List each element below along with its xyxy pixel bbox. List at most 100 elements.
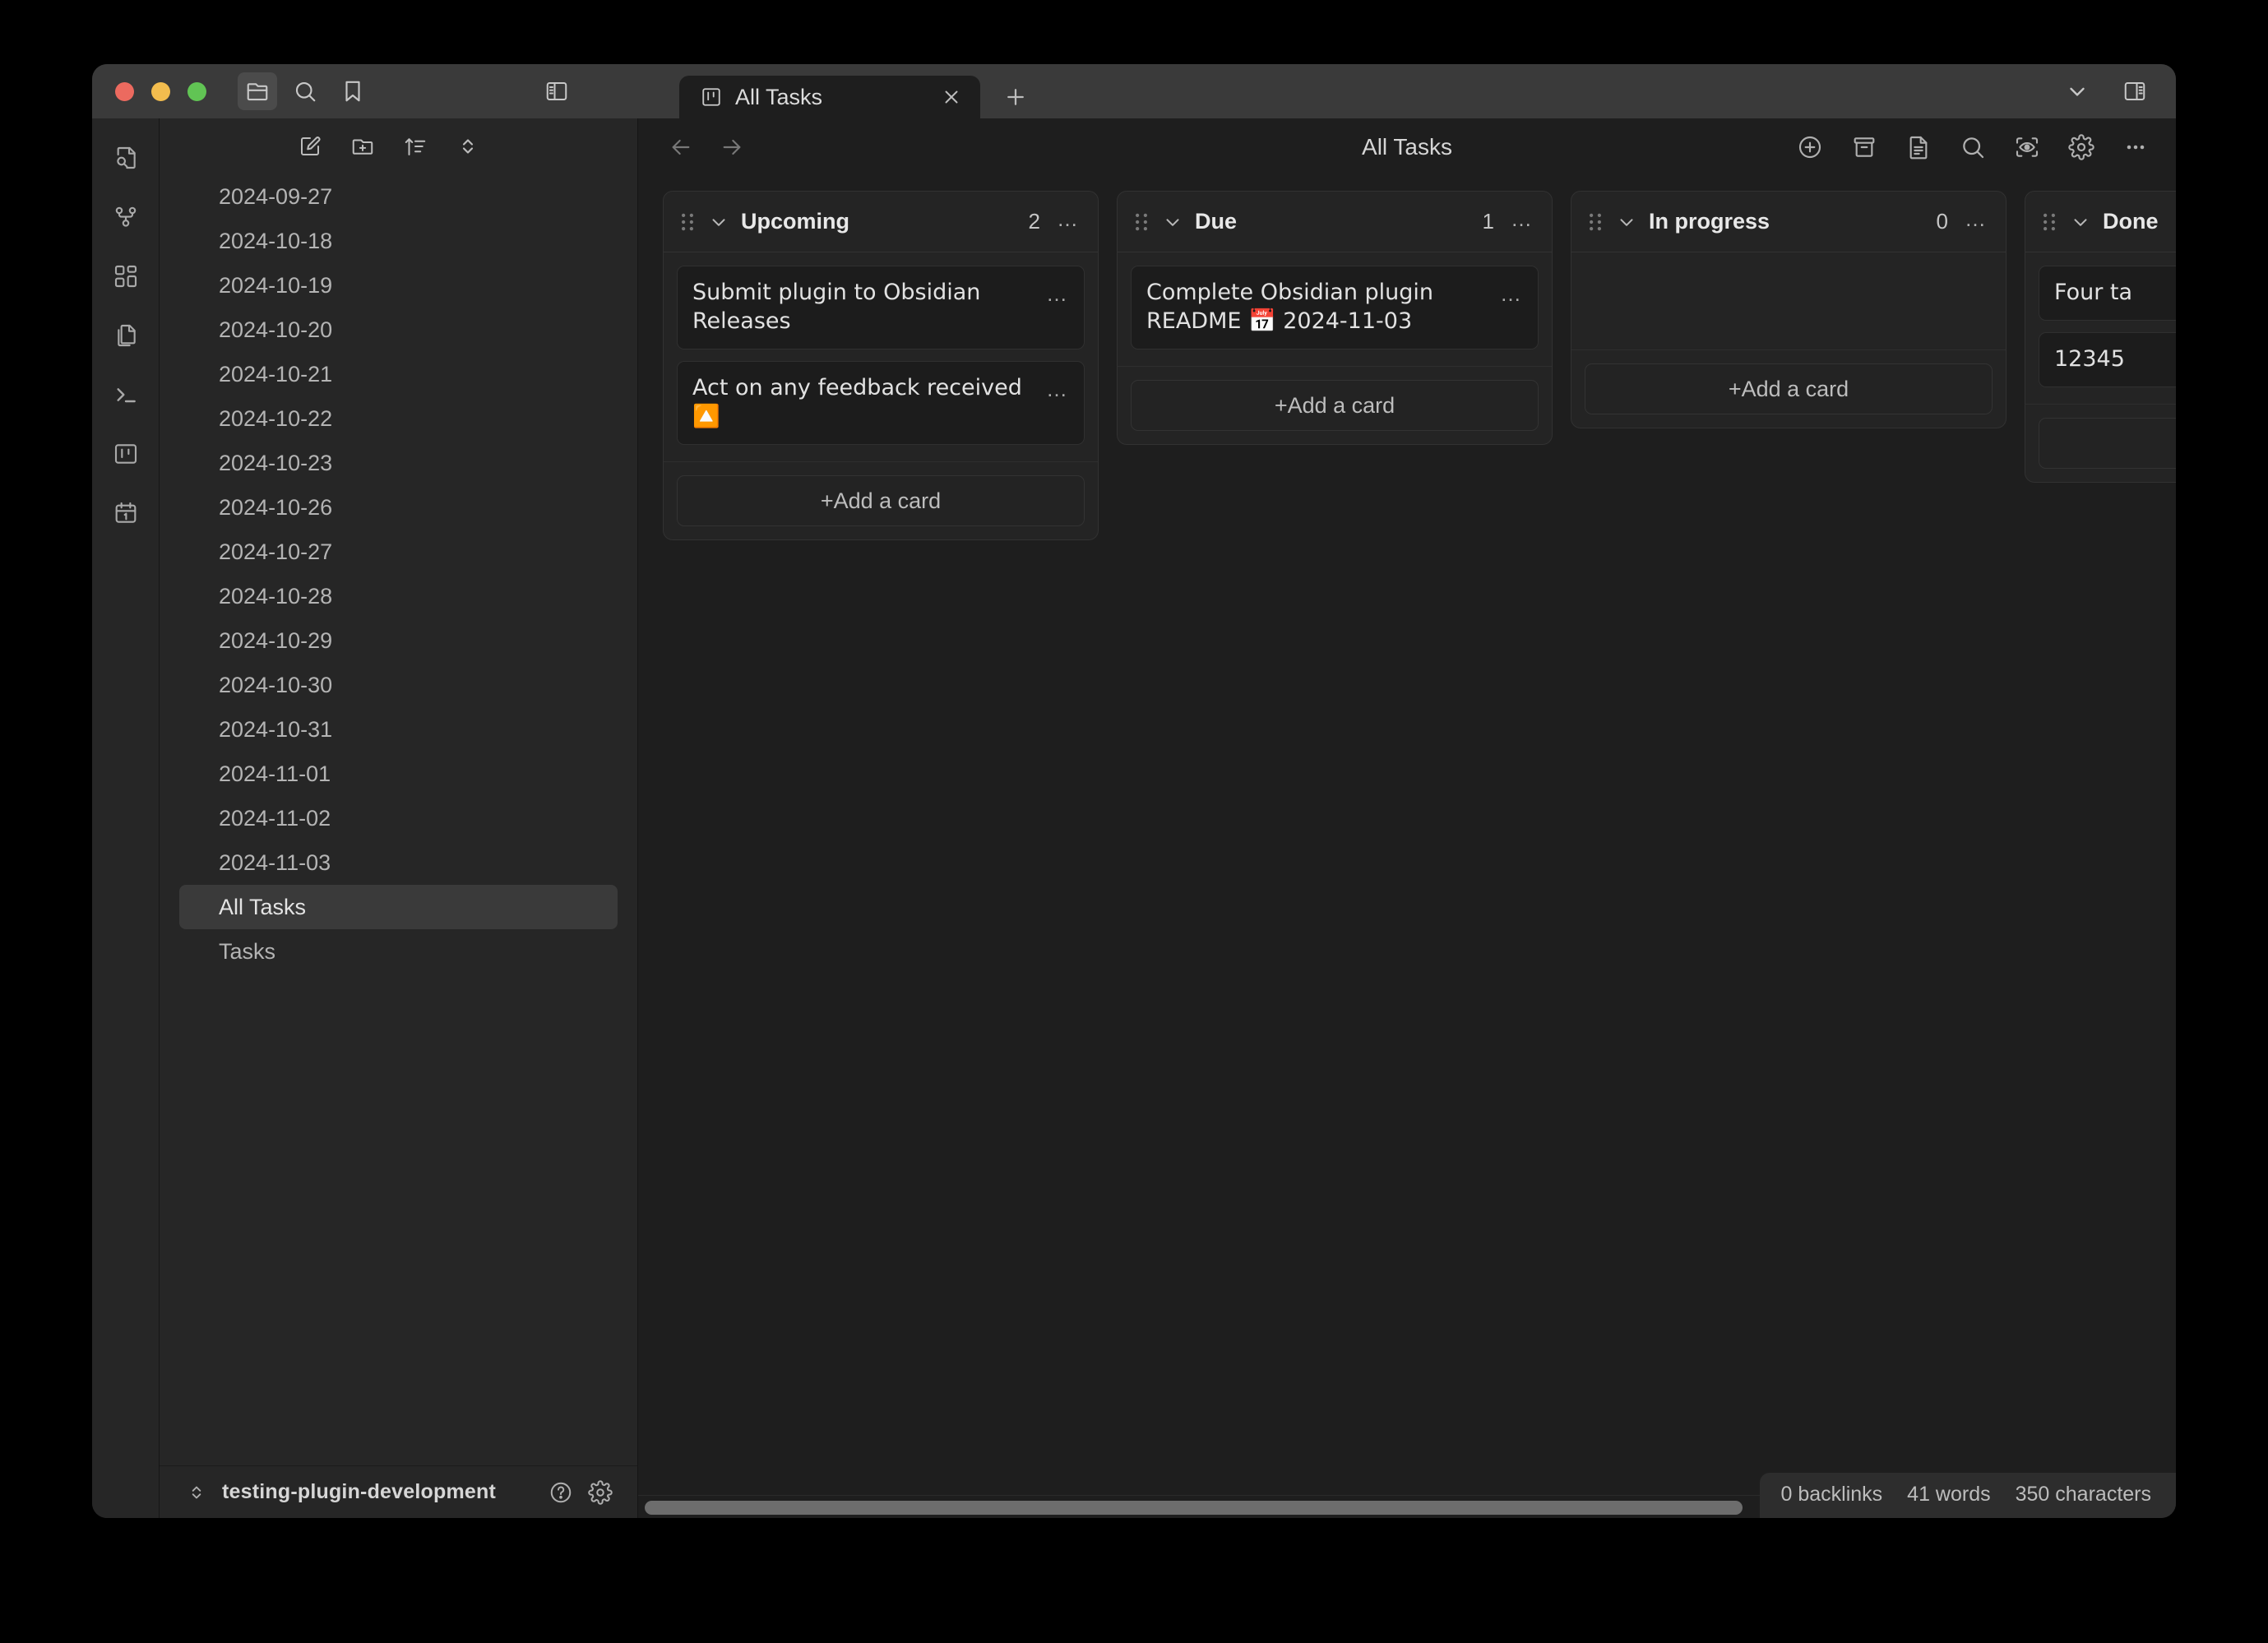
add-circle-icon[interactable] — [1794, 132, 1826, 163]
chevron-down-icon[interactable] — [2057, 72, 2097, 110]
copy-files-icon[interactable] — [104, 314, 147, 357]
view-action-buttons — [1794, 132, 2151, 163]
drag-handle-icon[interactable] — [678, 211, 697, 233]
kanban-icon[interactable] — [104, 433, 147, 475]
sort-icon[interactable] — [399, 130, 432, 163]
chevron-down-icon[interactable] — [1162, 211, 1183, 233]
file-item[interactable]: 2024-10-20 — [179, 308, 618, 352]
file-item[interactable]: 2024-10-28 — [179, 574, 618, 618]
bookmark-icon[interactable] — [333, 72, 373, 110]
gear-icon[interactable] — [2066, 132, 2097, 163]
file-item[interactable]: Tasks — [179, 929, 618, 974]
tab-label: All Tasks — [735, 85, 928, 110]
file-item[interactable]: 2024-10-31 — [179, 707, 618, 752]
lane-menu-icon[interactable]: … — [1057, 208, 1080, 236]
lane-header: Upcoming2… — [664, 192, 1098, 252]
minimize-window-button[interactable] — [151, 82, 170, 101]
file-item[interactable]: 2024-10-29 — [179, 618, 618, 663]
archive-icon[interactable] — [1849, 132, 1880, 163]
kanban-icon — [701, 86, 722, 108]
kanban-card[interactable]: Submit plugin to Obsidian Releases … — [677, 266, 1085, 349]
new-note-icon[interactable] — [294, 130, 326, 163]
lane-card-container: Complete Obsidian plugin README 📅 2024-1… — [1118, 252, 1552, 366]
titlebar-right-controls — [2057, 64, 2176, 118]
help-icon[interactable] — [548, 1480, 573, 1505]
document-icon[interactable] — [1903, 132, 1934, 163]
kanban-scroll-container[interactable]: Upcoming2… Submit plugin to Obsidian Rele… — [638, 176, 2176, 1518]
right-sidebar-toggle-icon[interactable] — [2115, 72, 2155, 110]
vault-name[interactable]: testing-plugin-development — [222, 1480, 534, 1504]
file-list[interactable]: 2024-09-272024-10-182024-10-192024-10-20… — [160, 174, 637, 1465]
drag-handle-icon[interactable] — [1586, 211, 1604, 233]
file-item[interactable]: 2024-09-27 — [179, 174, 618, 219]
search-icon[interactable] — [285, 72, 325, 110]
folder-icon[interactable] — [238, 72, 277, 110]
close-icon[interactable] — [941, 86, 962, 108]
file-item[interactable]: 2024-11-02 — [179, 796, 618, 840]
git-graph-icon[interactable] — [104, 196, 147, 238]
search-icon[interactable] — [1957, 132, 1988, 163]
gear-icon[interactable] — [588, 1480, 613, 1505]
tab-all-tasks[interactable]: All Tasks — [679, 76, 980, 118]
add-card-button[interactable]: +Add a card — [1585, 363, 1993, 414]
drag-handle-icon[interactable] — [1132, 211, 1150, 233]
file-item[interactable]: 2024-10-26 — [179, 485, 618, 530]
lane-footer: +Add a card — [1571, 349, 2006, 428]
file-search-icon[interactable] — [104, 137, 147, 179]
file-item[interactable]: 2024-10-18 — [179, 219, 618, 263]
new-folder-icon[interactable] — [346, 130, 379, 163]
card-text: Act on any feedback received 🔼 — [692, 373, 1036, 431]
terminal-icon[interactable] — [104, 373, 147, 416]
collapse-icon[interactable] — [451, 130, 484, 163]
file-item[interactable]: 2024-11-03 — [179, 840, 618, 885]
file-item[interactable]: 2024-10-30 — [179, 663, 618, 707]
dashboard-icon[interactable] — [104, 255, 147, 298]
chevron-down-icon[interactable] — [1616, 211, 1637, 233]
lane-menu-icon[interactable]: … — [1965, 208, 1988, 236]
traffic-lights — [92, 82, 206, 101]
kanban-lane: Upcoming2… Submit plugin to Obsidian Rele… — [663, 191, 1099, 540]
file-item[interactable]: 2024-11-01 — [179, 752, 618, 796]
file-explorer-sidebar: 2024-09-272024-10-182024-10-192024-10-20… — [160, 118, 638, 1518]
card-menu-icon[interactable]: … — [1046, 278, 1069, 304]
more-options-icon[interactable] — [2120, 132, 2151, 163]
chevron-down-icon[interactable] — [2070, 211, 2091, 233]
scrollbar-thumb[interactable] — [645, 1501, 1743, 1515]
zoom-window-button[interactable] — [187, 82, 206, 101]
close-window-button[interactable] — [115, 82, 134, 101]
file-item[interactable]: 2024-10-23 — [179, 441, 618, 485]
card-text: Submit plugin to Obsidian Releases — [692, 278, 1036, 336]
titlebar-icon-group — [238, 72, 576, 110]
lane-card-container: Submit plugin to Obsidian Releases…Act o… — [664, 252, 1098, 461]
drag-handle-icon[interactable] — [2040, 211, 2058, 233]
titlebar: All Tasks — [92, 64, 2176, 118]
file-item[interactable]: 2024-10-27 — [179, 530, 618, 574]
card-text: 12345 — [2054, 345, 2176, 373]
add-card-button[interactable]: +Add a card — [1131, 380, 1539, 431]
main-view: All Tasks — [638, 118, 2176, 1518]
kanban-card[interactable]: 12345… — [2039, 332, 2176, 387]
kanban-card[interactable]: Act on any feedback received 🔼 … — [677, 361, 1085, 445]
file-item[interactable]: 2024-10-19 — [179, 263, 618, 308]
calendar-icon[interactable] — [104, 492, 147, 535]
file-item[interactable]: 2024-10-21 — [179, 352, 618, 396]
card-text: Complete Obsidian plugin README 📅 2024-1… — [1146, 278, 1490, 336]
forward-icon[interactable] — [719, 134, 745, 160]
add-card-button[interactable]: +Add a card — [677, 475, 1085, 526]
vault-switcher-icon[interactable] — [186, 1482, 207, 1503]
back-icon[interactable] — [668, 134, 694, 160]
file-item[interactable]: 2024-10-22 — [179, 396, 618, 441]
chevron-down-icon[interactable] — [708, 211, 729, 233]
card-menu-icon[interactable]: … — [1500, 278, 1523, 304]
kanban-lane: Due1…Complete Obsidian plugin README 📅 2… — [1117, 191, 1553, 445]
kanban-card[interactable]: Complete Obsidian plugin README 📅 2024-1… — [1131, 266, 1539, 349]
new-tab-button[interactable] — [995, 76, 1036, 118]
left-sidebar-toggle-icon[interactable] — [537, 72, 576, 110]
preview-icon[interactable] — [2011, 132, 2043, 163]
lane-menu-icon[interactable]: … — [1511, 208, 1534, 236]
file-item-selected[interactable]: All Tasks — [179, 885, 618, 929]
lane-title: Upcoming — [741, 209, 1017, 234]
kanban-card[interactable]: Four ta… — [2039, 266, 2176, 321]
card-menu-icon[interactable]: … — [1046, 373, 1069, 400]
add-card-button[interactable]: +Add a card — [2039, 418, 2176, 469]
